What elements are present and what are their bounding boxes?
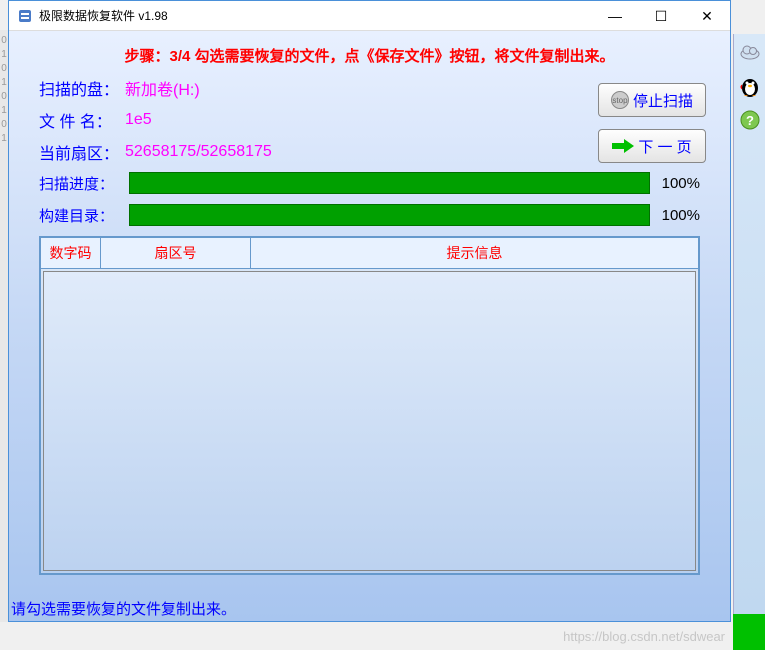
filename-value: 1e5 (125, 111, 152, 129)
right-toolbar: ? (733, 34, 765, 614)
scan-progress-label: 扫描进度： (39, 173, 129, 194)
filename-label: 文 件 名： (39, 108, 125, 132)
bottom-right-accent (733, 614, 765, 650)
cloud-icon[interactable] (738, 40, 762, 64)
step-banner: 步骤：3/4 勾选需要恢复的文件，点《保存文件》按钮，将文件复制出来。 (9, 31, 730, 76)
app-window: 极限数据恢复软件 v1.98 — ☐ ✕ 步骤：3/4 勾选需要恢复的文件，点《… (8, 0, 731, 622)
minimize-button[interactable]: — (592, 1, 638, 31)
col-sector[interactable]: 扇区号 (101, 238, 251, 268)
col-digitcode[interactable]: 数字码 (41, 238, 101, 268)
titlebar: 极限数据恢复软件 v1.98 — ☐ ✕ (9, 1, 730, 31)
scan-progress-bar (129, 172, 650, 194)
build-progress-bar (129, 204, 650, 226)
build-progress-pct: 100% (650, 207, 700, 224)
footer-message: 请勾选需要恢复的文件复制出来。 (11, 598, 236, 619)
close-button[interactable]: ✕ (684, 1, 730, 31)
disk-label: 扫描的盘： (39, 76, 125, 100)
result-table: 数字码 扇区号 提示信息 (39, 236, 700, 575)
help-icon[interactable]: ? (738, 108, 762, 132)
build-progress-label: 构建目录： (39, 205, 129, 226)
watermark: https://blog.csdn.net/sdwear (563, 629, 725, 644)
stop-scan-button[interactable]: stop 停止扫描 (598, 83, 706, 117)
arrow-right-icon (612, 139, 634, 153)
qq-penguin-icon[interactable] (738, 74, 762, 98)
maximize-button[interactable]: ☐ (638, 1, 684, 31)
next-page-label: 下 一 页 (638, 136, 691, 157)
next-page-button[interactable]: 下 一 页 (598, 129, 706, 163)
col-message[interactable]: 提示信息 (251, 238, 698, 268)
svg-text:?: ? (746, 113, 754, 128)
sector-label: 当前扇区： (39, 140, 125, 164)
stop-scan-label: 停止扫描 (633, 90, 693, 111)
stop-icon: stop (611, 91, 629, 109)
table-body[interactable] (43, 271, 696, 571)
client-area: 步骤：3/4 勾选需要恢复的文件，点《保存文件》按钮，将文件复制出来。 stop… (9, 31, 730, 621)
app-icon (17, 8, 33, 24)
disk-value: 新加卷(H:) (125, 76, 200, 100)
window-title: 极限数据恢复软件 v1.98 (39, 7, 592, 24)
scan-progress-pct: 100% (650, 175, 700, 192)
sector-value: 52658175/52658175 (125, 143, 272, 161)
